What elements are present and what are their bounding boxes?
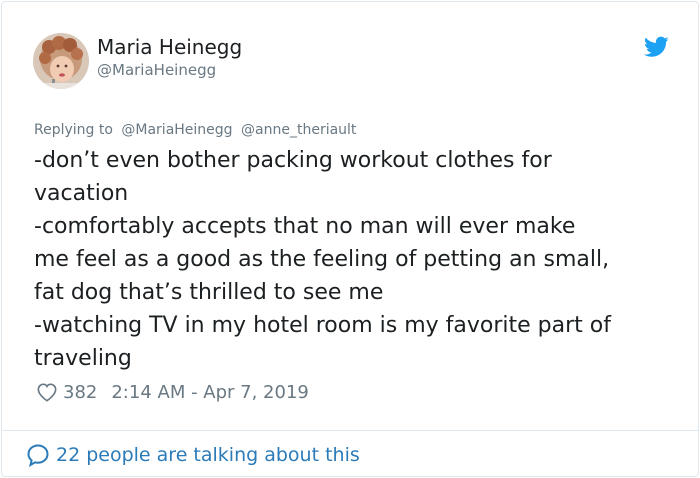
tweet-text: -don’t even bother packing workout cloth… [34,144,684,375]
tweet-meta: 382 2:14 AM - Apr 7, 2019 [36,379,309,405]
twitter-bird-icon[interactable] [644,36,669,58]
reply-mention-2[interactable]: @anne_theriault [241,122,356,138]
tweet-text-line: -watching TV in my hotel room is my favo… [34,313,611,338]
tweet-text-line: -don’t even bother packing workout cloth… [34,148,552,173]
divider [2,430,698,431]
author-handle[interactable]: @MariaHeinegg [97,61,216,79]
reply-mention-1[interactable]: @MariaHeinegg [121,122,232,138]
author-name[interactable]: Maria Heinegg [97,35,242,59]
tweet-card: Maria Heinegg @MariaHeinegg Replying to … [1,1,699,477]
conversation-link[interactable]: 22 people are talking about this [26,442,360,468]
tweet-text-line: -comfortably accepts that no man will ev… [34,214,576,239]
reply-context: Replying to @MariaHeinegg @anne_theriaul… [34,122,360,138]
avatar-image [33,33,89,89]
avatar[interactable] [33,33,89,89]
conversation-link-label[interactable]: 22 people are talking about this [56,444,360,466]
like-count[interactable]: 382 [63,382,97,403]
tweet-text-line: vacation [34,181,129,206]
tweet-text-line: me feel as a good as the feeling of pett… [34,247,610,272]
heart-icon[interactable] [36,382,58,402]
tweet-timestamp[interactable]: 2:14 AM - Apr 7, 2019 [111,382,309,403]
reply-prefix: Replying to [34,122,113,138]
tweet-text-line: traveling [34,346,132,371]
speech-bubble-icon [27,444,49,467]
tweet-text-line: fat dog that’s thrilled to see me [34,280,384,305]
